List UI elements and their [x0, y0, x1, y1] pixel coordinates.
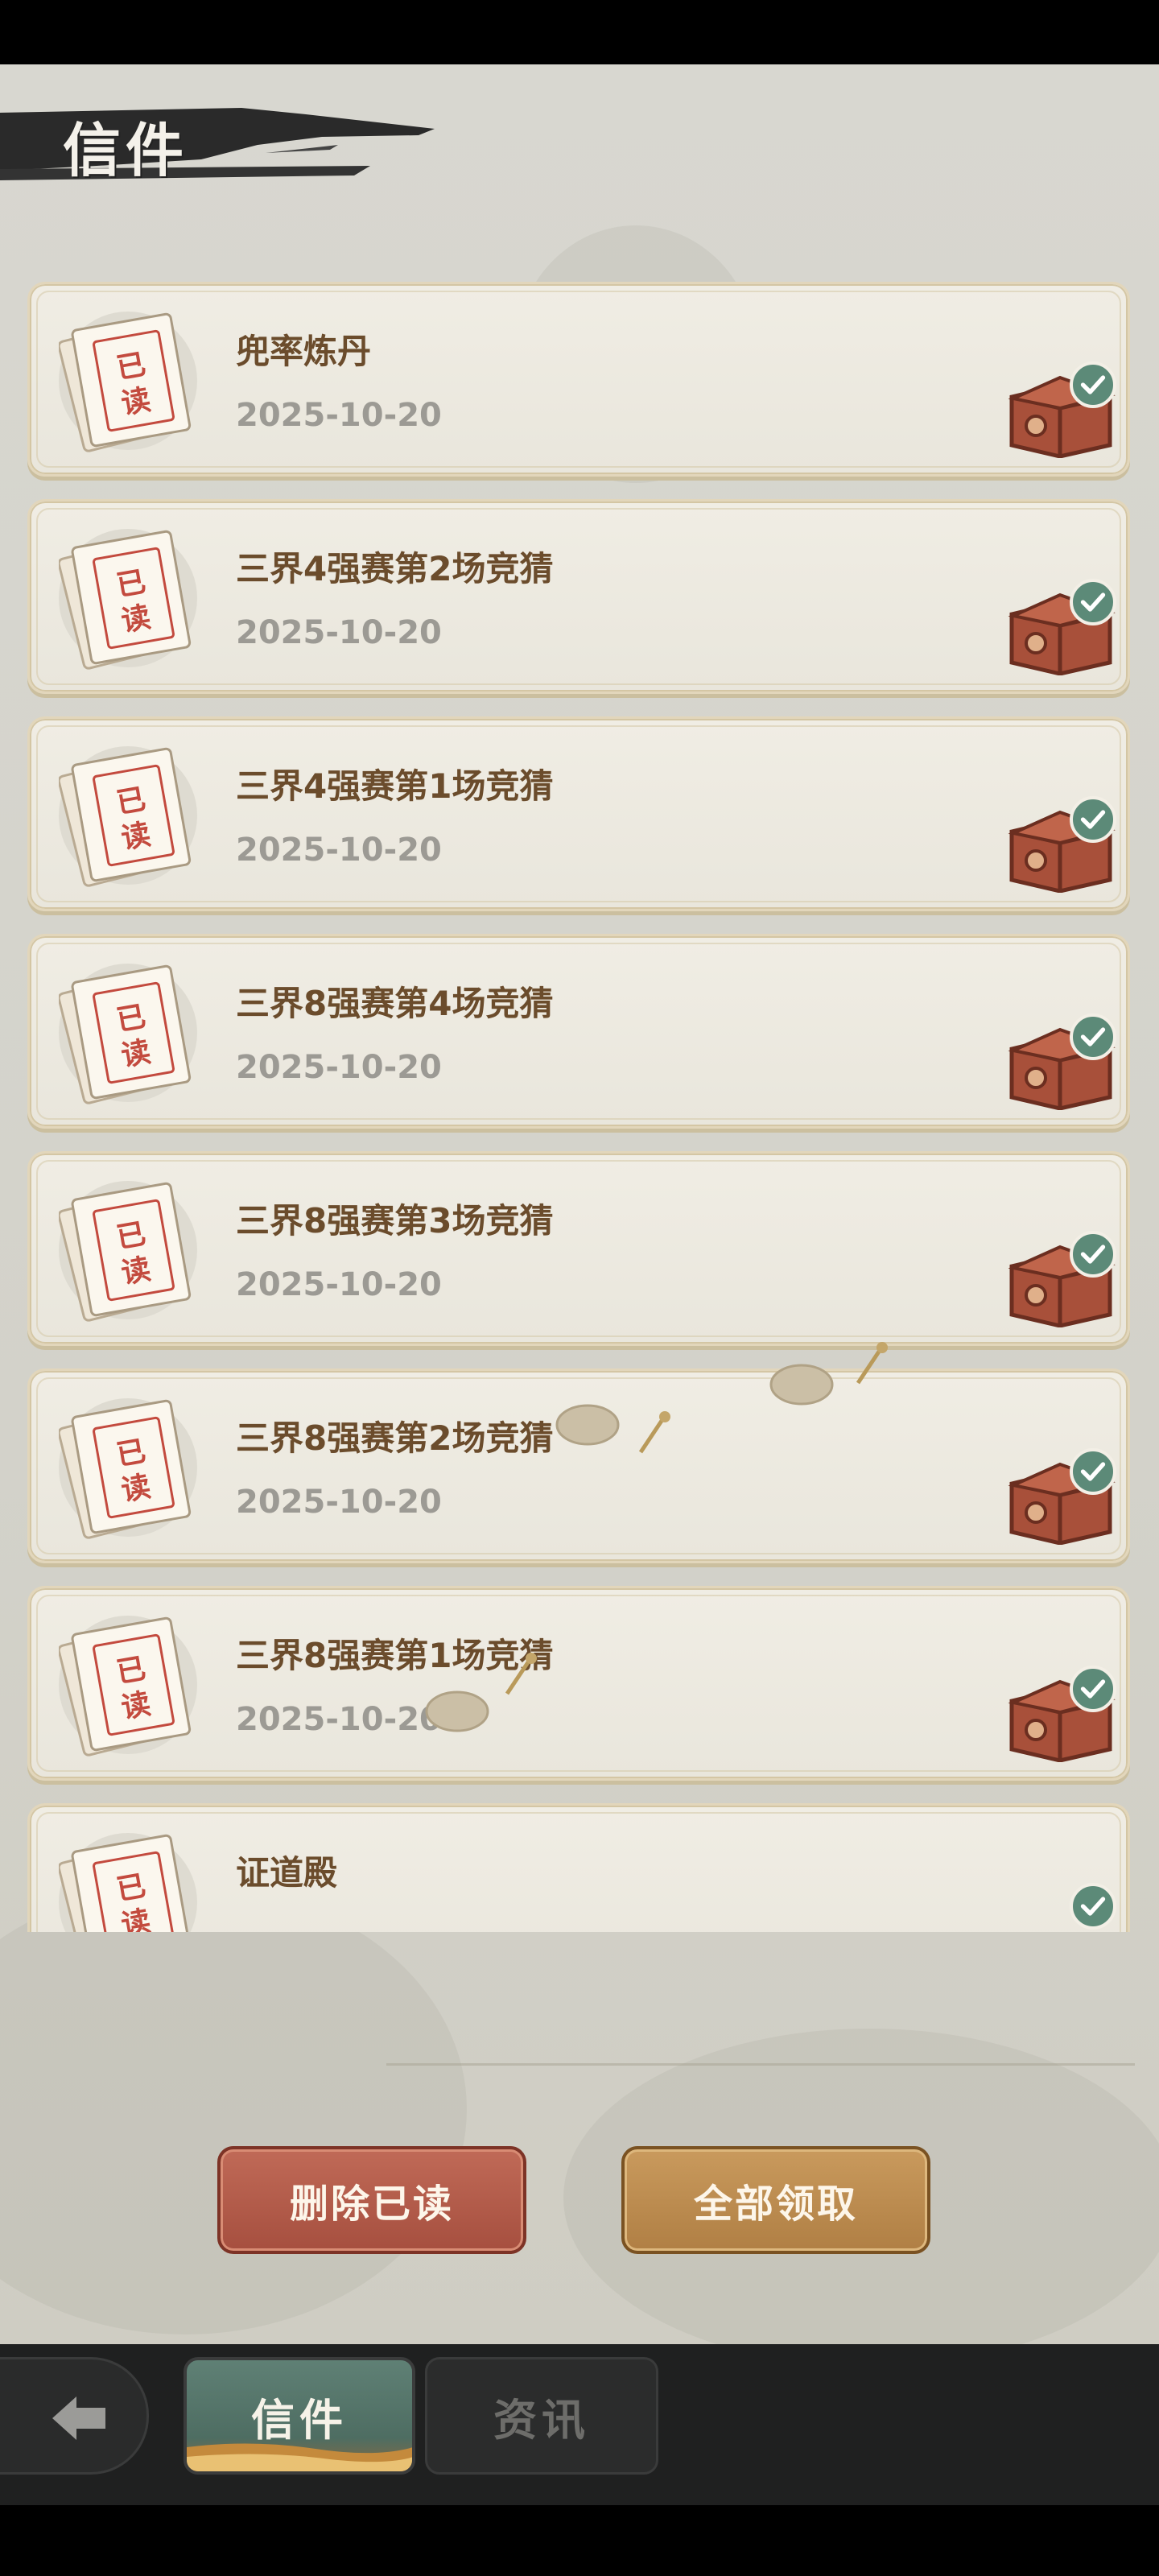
- fan-handle-icon: [505, 1653, 537, 1695]
- mail-item[interactable]: 已读 三界8强赛第4场竞猜 2025-10-20: [27, 934, 1130, 1129]
- treasure-chest-icon: [1008, 592, 1116, 675]
- letter-icon-backdrop: [59, 1833, 197, 1932]
- tab-letters[interactable]: 信件: [184, 2357, 415, 2475]
- treasure-chest-icon: [1008, 810, 1116, 893]
- check-icon: [1070, 1448, 1116, 1495]
- treasure-chest-icon: [1008, 375, 1116, 458]
- read-badge-char: 读: [119, 1905, 154, 1932]
- check-icon: [1070, 1666, 1116, 1712]
- mail-item[interactable]: 已读三界8强赛第1场竞猜 2025-10-20: [27, 1586, 1130, 1781]
- read-letter-icon: 已读: [59, 530, 192, 670]
- mail-item[interactable]: 已读 兜率炼丹 2025-10-20: [27, 282, 1130, 477]
- mail-list[interactable]: 已读兜率炼丹 2025-10-20 已读三界4强赛第2场竞猜 2025-10-20 …: [0, 282, 1159, 1932]
- mail-title: 三界4强赛第2场竞猜: [236, 549, 554, 588]
- read-letter-icon: 已读: [59, 1399, 192, 1539]
- read-badge-char: 读: [119, 1470, 154, 1508]
- mail-date: 2025-10-20: [236, 614, 442, 651]
- letter-icon-backdrop: [59, 529, 197, 667]
- read-badge-char: 已: [114, 348, 149, 386]
- back-button[interactable]: [0, 2357, 149, 2475]
- mail-item[interactable]: 已读 三界8强赛第2场竞猜 2025-10-20: [27, 1368, 1130, 1563]
- read-letter-icon: 已读: [59, 747, 192, 887]
- background-ink-tree: [0, 1884, 467, 2334]
- mail-item[interactable]: 已读 三界4强赛第2场竞猜 2025-10-20: [27, 499, 1130, 694]
- fan-decoration-icon: [555, 1404, 620, 1446]
- check-icon: [1070, 361, 1116, 408]
- read-badge-char: 已: [114, 1217, 149, 1255]
- treasure-chest-icon: [1008, 1027, 1116, 1110]
- read-badge-char: 读: [119, 818, 154, 856]
- read-badge-char: 读: [119, 1253, 154, 1290]
- bottom-bar: [0, 2505, 1159, 2576]
- mail-title: 兜率炼丹: [236, 332, 372, 371]
- check-icon: [1070, 1883, 1116, 1930]
- fan-handle-icon: [638, 1411, 670, 1454]
- mail-title: 三界8强赛第3场竞猜: [236, 1201, 554, 1241]
- read-badge-char: 读: [119, 1035, 154, 1073]
- read-badge-char: 已: [114, 1869, 149, 1907]
- mail-date: 2025-10-20: [236, 1266, 442, 1303]
- mail-date: 2025-10-20: [236, 397, 442, 434]
- treasure-chest-icon: [1008, 1245, 1116, 1327]
- read-letter-icon: 已读: [59, 1616, 192, 1757]
- read-letter-icon: 已读: [59, 964, 192, 1104]
- treasure-chest-icon: [1008, 1462, 1116, 1545]
- treasure-chest-icon: [1008, 1679, 1116, 1762]
- mail-item[interactable]: 已读 三界4强赛第1场竞猜 2025-10-20: [27, 716, 1130, 911]
- divider: [386, 2063, 1135, 2066]
- read-badge-char: 已: [114, 1652, 149, 1690]
- read-badge-char: 已: [114, 782, 149, 820]
- letter-icon-backdrop: [59, 1616, 197, 1754]
- read-badge-char: 已: [114, 1000, 149, 1038]
- letter-icon-backdrop: [59, 1181, 197, 1319]
- mail-title: 三界8强赛第4场竞猜: [236, 984, 554, 1023]
- check-icon: [1070, 1013, 1116, 1060]
- mail-item[interactable]: 已读 证道殿: [27, 1803, 1130, 1932]
- read-badge-char: 已: [114, 1435, 149, 1472]
- read-badge-char: 读: [119, 1687, 154, 1725]
- mail-date: 2025-10-20: [236, 1701, 442, 1738]
- read-badge-char: 已: [114, 565, 149, 603]
- claim-all-button[interactable]: 全部领取: [621, 2146, 930, 2254]
- check-icon: [1070, 579, 1116, 625]
- fan-decoration-icon: [425, 1690, 489, 1732]
- mail-date: 2025-10-20: [236, 1049, 442, 1086]
- fan-handle-icon: [856, 1342, 888, 1385]
- check-icon: [1070, 796, 1116, 843]
- letter-icon-backdrop: [59, 312, 197, 450]
- mail-date: 2025-10-20: [236, 832, 442, 869]
- back-arrow-icon: [52, 2396, 105, 2440]
- mail-title: 三界8强赛第2场竞猜: [236, 1418, 554, 1458]
- status-bar: [0, 0, 1159, 64]
- mail-title: 证道殿: [236, 1853, 338, 1893]
- tab-news-label: 资讯: [493, 2394, 590, 2446]
- delete-read-button[interactable]: 删除已读: [217, 2146, 526, 2254]
- read-letter-icon: 已读: [59, 1834, 192, 1932]
- read-badge-char: 读: [119, 601, 154, 638]
- letter-icon-backdrop: [59, 1398, 197, 1537]
- read-letter-icon: 已读: [59, 1182, 192, 1322]
- mail-date: 2025-10-20: [236, 1484, 442, 1521]
- fan-decoration-icon: [769, 1364, 834, 1406]
- check-icon: [1070, 1231, 1116, 1278]
- letter-icon-backdrop: [59, 964, 197, 1102]
- tab-news[interactable]: 资讯: [425, 2357, 658, 2475]
- mail-title: 三界4强赛第1场竞猜: [236, 766, 554, 806]
- mail-item[interactable]: 已读 三界8强赛第3场竞猜 2025-10-20: [27, 1151, 1130, 1346]
- letter-icon-backdrop: [59, 746, 197, 885]
- page-title: 信件: [63, 116, 189, 184]
- read-badge-char: 读: [119, 383, 154, 421]
- read-letter-icon: 已读: [59, 312, 192, 452]
- tab-letters-label: 信件: [251, 2394, 348, 2446]
